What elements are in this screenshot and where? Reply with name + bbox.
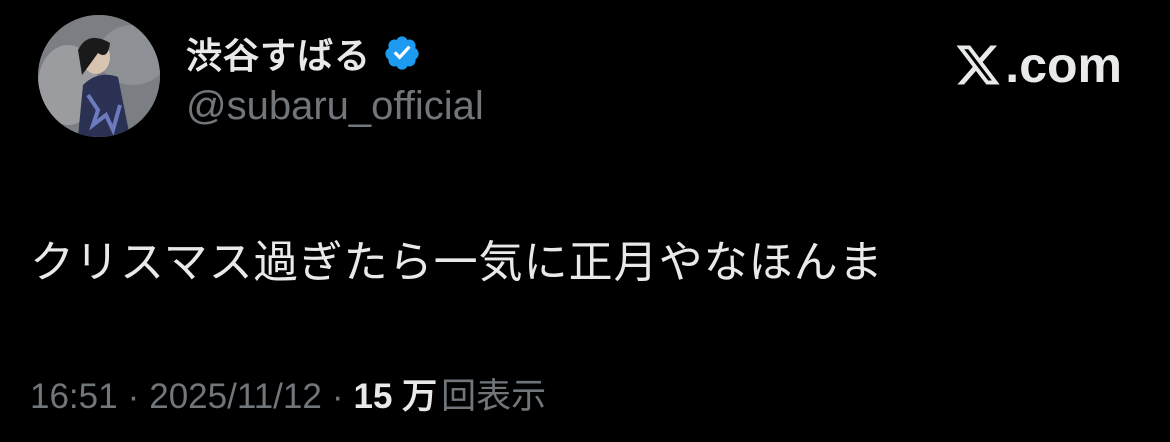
post-text: クリスマス過ぎたら一気に正月やなほんま <box>30 238 884 287</box>
author-handle[interactable]: @subaru_official <box>186 84 484 129</box>
views-count[interactable]: 15 万 <box>353 368 437 419</box>
post-date[interactable]: 2025/11/12 <box>149 377 322 417</box>
x-com-brand: .com <box>953 36 1122 94</box>
brand-domain-label: .com <box>1005 37 1122 93</box>
author-name-row: 渋谷すばる <box>186 28 421 78</box>
author-display-name[interactable]: 渋谷すばる <box>186 27 371 79</box>
post-meta: 16:51 · 2025/11/12 · 15 万 回表示 <box>30 368 546 419</box>
x-logo-icon <box>956 45 1000 85</box>
avatar-photo <box>38 15 160 137</box>
profile-avatar[interactable] <box>38 15 160 137</box>
meta-separator: · <box>127 377 140 416</box>
meta-separator: · <box>331 377 344 416</box>
verified-badge-icon[interactable] <box>383 34 421 72</box>
post-time[interactable]: 16:51 <box>30 377 118 417</box>
views-label: 回表示 <box>441 377 547 416</box>
